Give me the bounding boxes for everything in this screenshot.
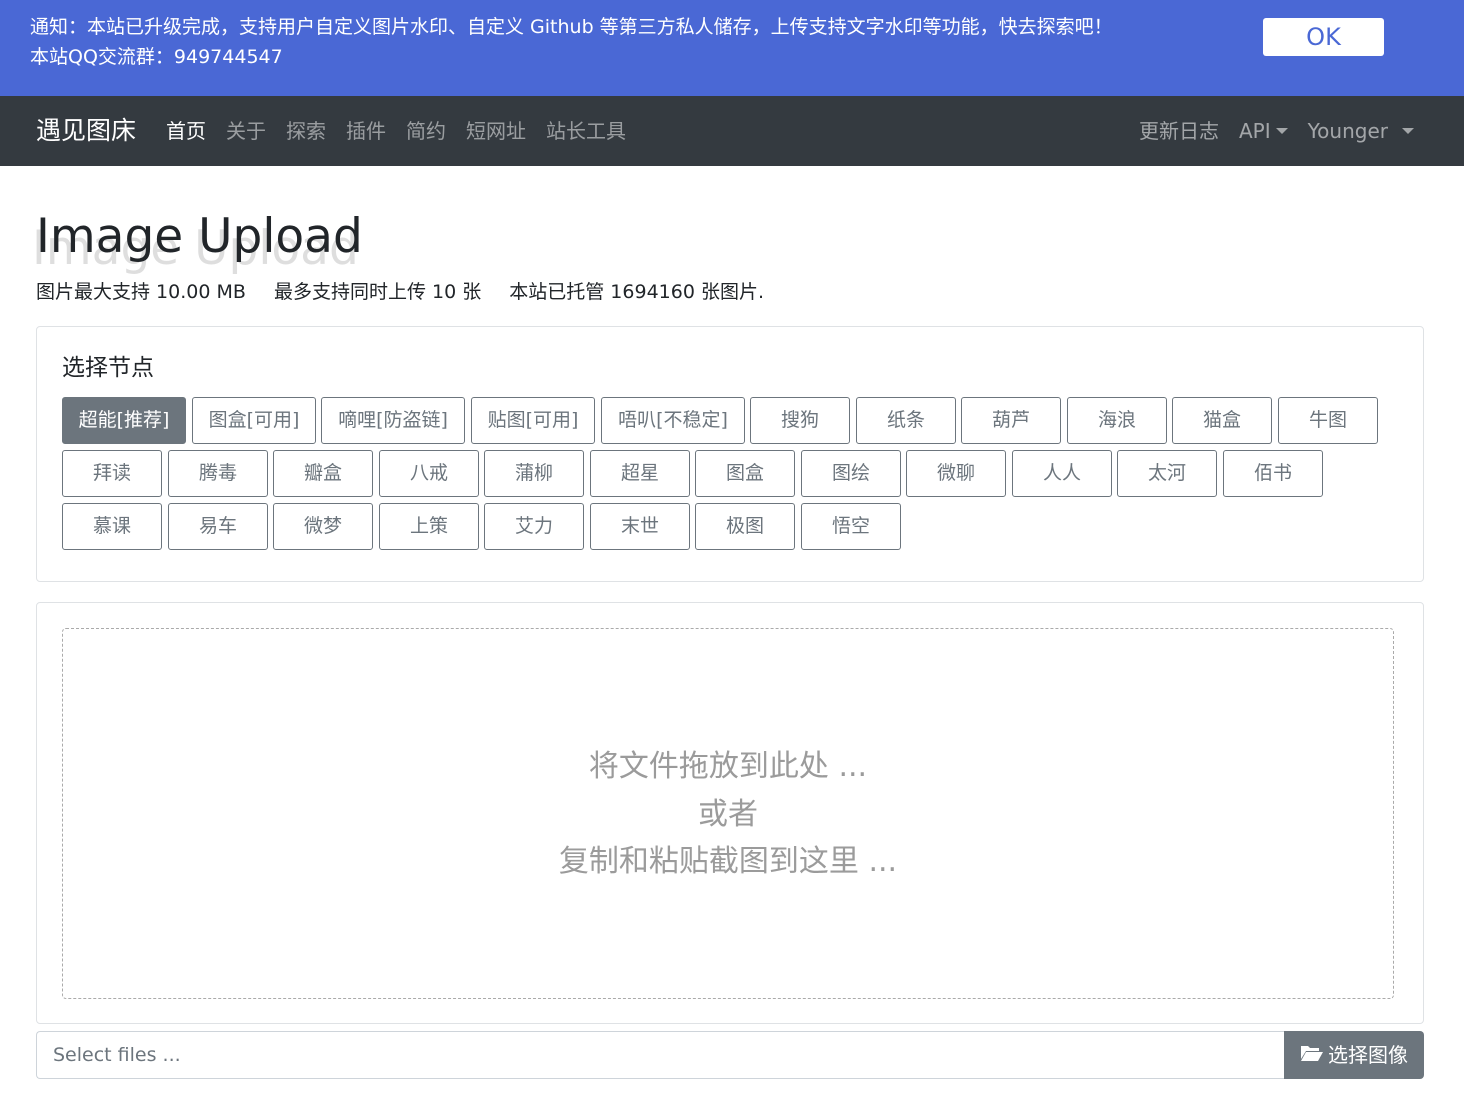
- caret-down-icon: [1275, 128, 1288, 134]
- hosted-count-text: 本站已托管 1694160 张图片.: [509, 281, 765, 303]
- node-button[interactable]: 图绘: [801, 450, 901, 497]
- node-button[interactable]: 猫盒: [1172, 397, 1272, 444]
- browse-button-label: 选择图像: [1328, 1043, 1408, 1067]
- node-button[interactable]: 佰书: [1223, 450, 1323, 497]
- nav-user-label: Younger: [1307, 119, 1388, 143]
- nav-user-dropdown[interactable]: Younger: [1308, 96, 1414, 166]
- nav-api-label: API: [1238, 119, 1271, 143]
- nav-left: 首页 关于 探索 插件 简约 短网址 站长工具: [166, 96, 646, 166]
- max-count-text: 最多支持同时上传 10 张: [273, 281, 482, 303]
- folder-open-icon: [1300, 1031, 1324, 1079]
- node-button[interactable]: 搜狗: [750, 397, 850, 444]
- node-button[interactable]: 贴图[可用]: [471, 397, 595, 444]
- nav-home[interactable]: 首页: [166, 96, 206, 166]
- node-button[interactable]: 唔叭[不稳定]: [601, 397, 745, 444]
- node-button[interactable]: 图盒[可用]: [192, 397, 316, 444]
- node-button[interactable]: 图盒: [695, 450, 795, 497]
- nav-webmaster-tools[interactable]: 站长工具: [546, 96, 626, 166]
- dropzone-drag-text: 将文件拖放到此处 ...: [588, 749, 868, 784]
- node-button[interactable]: 微聊: [906, 450, 1006, 497]
- navbar: 遇见图床 首页 关于 探索 插件 简约 短网址 站长工具 更新日志 API Yo…: [0, 96, 1464, 166]
- node-button[interactable]: 微梦: [273, 503, 373, 550]
- node-button[interactable]: 悟空: [801, 503, 901, 550]
- nav-plugins[interactable]: 插件: [346, 96, 386, 166]
- node-button[interactable]: 葫芦: [961, 397, 1061, 444]
- notice-ok-button[interactable]: OK: [1263, 18, 1384, 56]
- nav-right: 更新日志 API Younger: [1119, 96, 1414, 166]
- caret-down-icon: [1402, 128, 1414, 134]
- dropzone-paste-text: 复制和粘贴截图到这里 ...: [558, 844, 898, 879]
- nav-api-dropdown[interactable]: API: [1239, 96, 1288, 166]
- node-button[interactable]: 人人: [1012, 450, 1112, 497]
- brand-logo[interactable]: 遇见图床: [36, 96, 136, 166]
- node-selector-title: 选择节点: [62, 355, 154, 381]
- node-button[interactable]: 末世: [590, 503, 690, 550]
- notice-bar: 通知：本站已升级完成，支持用户自定义图片水印、自定义 Github 等第三方私人…: [0, 0, 1464, 96]
- nav-explore[interactable]: 探索: [286, 96, 326, 166]
- node-button[interactable]: 八戒: [379, 450, 479, 497]
- nav-about[interactable]: 关于: [226, 96, 266, 166]
- nav-simple[interactable]: 简约: [406, 96, 446, 166]
- node-button[interactable]: 极图: [695, 503, 795, 550]
- node-button[interactable]: 超能[推荐]: [62, 397, 186, 444]
- node-button[interactable]: 慕课: [62, 503, 162, 550]
- nav-short-url[interactable]: 短网址: [466, 96, 526, 166]
- node-button[interactable]: 瓣盒: [273, 450, 373, 497]
- node-button[interactable]: 上策: [379, 503, 479, 550]
- file-dropzone[interactable]: 将文件拖放到此处 ... 或者 复制和粘贴截图到这里 ...: [62, 628, 1394, 999]
- node-button[interactable]: 拜读: [62, 450, 162, 497]
- dropzone-or-text: 或者: [698, 797, 758, 832]
- node-button[interactable]: 纸条: [856, 397, 956, 444]
- page-title: Image Upload: [36, 209, 363, 264]
- upload-card: 将文件拖放到此处 ... 或者 复制和粘贴截图到这里 ...: [36, 602, 1424, 1024]
- max-size-text: 图片最大支持 10.00 MB: [36, 281, 246, 303]
- notice-text: 通知：本站已升级完成，支持用户自定义图片水印、自定义 Github 等第三方私人…: [30, 16, 1113, 38]
- browse-images-button[interactable]: 选择图像: [1284, 1031, 1424, 1079]
- node-button[interactable]: 易车: [168, 503, 268, 550]
- nav-changelog[interactable]: 更新日志: [1139, 96, 1219, 166]
- upload-limits: 图片最大支持 10.00 MB 最多支持同时上传 10 张 本站已托管 1694…: [36, 279, 786, 305]
- node-button[interactable]: 太河: [1117, 450, 1217, 497]
- node-button[interactable]: 蒲柳: [484, 450, 584, 497]
- notice-qq-group: 本站QQ交流群：949744547: [30, 46, 283, 68]
- node-button[interactable]: 海浪: [1067, 397, 1167, 444]
- node-button[interactable]: 艾力: [484, 503, 584, 550]
- node-button[interactable]: 嘀哩[防盗链]: [321, 397, 465, 444]
- node-selector-card: 选择节点 超能[推荐] 图盒[可用] 嘀哩[防盗链] 贴图[可用] 唔叭[不稳定…: [36, 326, 1424, 582]
- node-button[interactable]: 超星: [590, 450, 690, 497]
- node-button[interactable]: 牛图: [1278, 397, 1378, 444]
- node-button[interactable]: 腾毒: [168, 450, 268, 497]
- file-select-input[interactable]: [36, 1031, 1285, 1079]
